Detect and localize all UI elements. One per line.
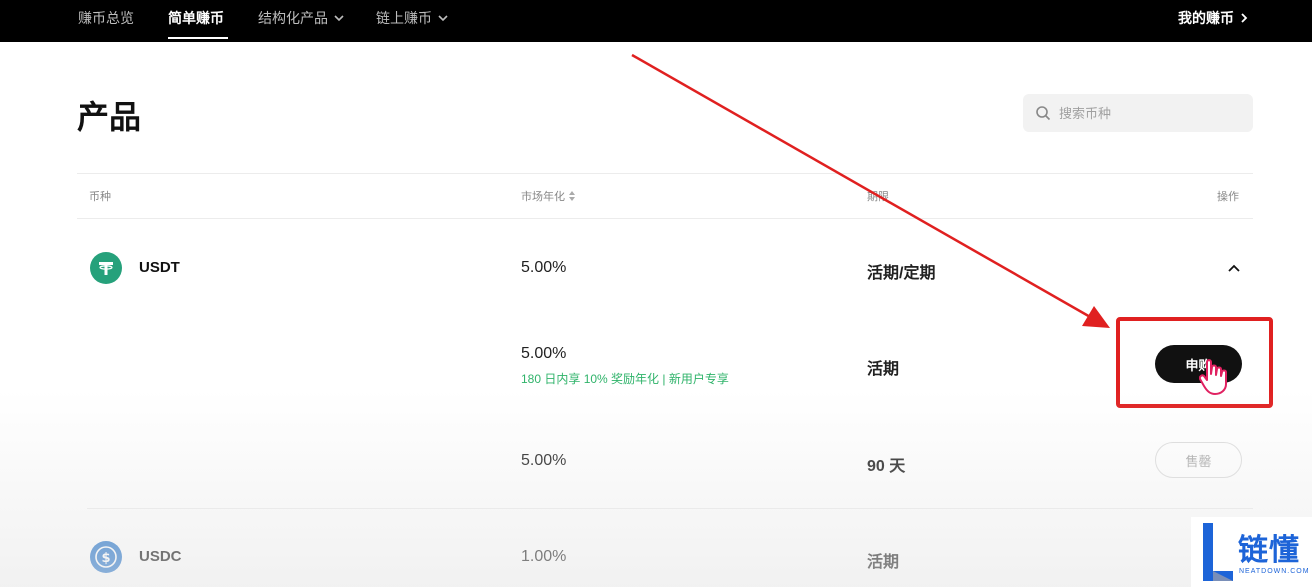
watermark-logo: 链懂 NEATDOWN.COM [1191, 517, 1312, 587]
watermark-l-icon [1203, 523, 1233, 581]
watermark-text: 链懂 [1238, 534, 1300, 567]
annotation-arrow [631, 53, 1110, 328]
watermark-subtext: NEATDOWN.COM [1239, 568, 1310, 575]
